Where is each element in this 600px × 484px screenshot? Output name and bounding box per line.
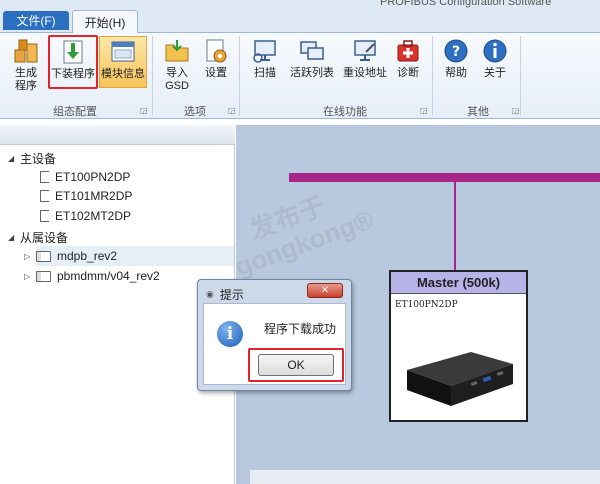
module-info-button[interactable]: 模块信息	[99, 36, 147, 88]
info-icon: i	[217, 321, 243, 347]
about-icon	[483, 39, 507, 63]
group-label-config: 组态配置	[53, 106, 97, 118]
group-separator	[239, 36, 240, 116]
dialog-title: 提示	[219, 288, 244, 302]
dialog-titlebar: ◉ 提示	[206, 286, 244, 303]
expand-caret-icon[interactable]: ▷	[24, 252, 36, 261]
active-list-icon	[300, 41, 324, 60]
window-title: PROFIBUS Configuration Software	[380, 0, 552, 8]
group-label-options: 选项	[184, 106, 206, 118]
group-launcher-icon[interactable]: ◲	[512, 106, 520, 115]
tree-item-label: ET101MR2DP	[55, 189, 133, 203]
diagnose-button[interactable]: 诊断	[393, 38, 423, 80]
message-dialog: ◉ 提示 ✕ i 程序下载成功 OK	[197, 279, 352, 391]
group-label-other: 其他	[467, 106, 489, 118]
group-launcher-icon[interactable]: ◲	[140, 106, 148, 115]
download-icon	[63, 40, 83, 64]
tree-item-label: ET102MT2DP	[55, 209, 132, 223]
help-button[interactable]: ? 帮助	[441, 38, 471, 80]
settings-label: 设置	[205, 67, 227, 79]
dialog-body: i 程序下载成功 OK	[203, 303, 346, 385]
diagnose-icon	[397, 40, 419, 62]
group-separator	[520, 36, 521, 116]
group-separator	[152, 36, 153, 116]
module-info-label: 模块信息	[101, 68, 145, 80]
device-leaf-icon	[40, 171, 49, 183]
tab-file[interactable]: 文件(F)	[3, 11, 69, 30]
tree-item-master-device[interactable]: ET101MR2DP	[40, 189, 132, 203]
download-program-label: 下装程序	[51, 68, 95, 80]
dialog-message: 程序下载成功	[264, 322, 337, 336]
settings-icon	[206, 39, 227, 63]
device-leaf-icon	[40, 210, 49, 222]
ok-button[interactable]: OK	[258, 354, 334, 376]
active-list-button[interactable]: 活跃列表	[288, 38, 336, 80]
dialog-close-button[interactable]: ✕	[307, 283, 343, 298]
download-program-button[interactable]: 下装程序	[48, 35, 98, 89]
ok-button-highlight: OK	[248, 348, 344, 382]
scan-label: 扫描	[254, 67, 276, 79]
group-separator	[432, 36, 433, 116]
tree-item-label: pbmdmm/v04_rev2	[57, 269, 160, 283]
dialog-app-icon: ◉	[206, 289, 214, 299]
expand-caret-icon[interactable]: ◢	[8, 154, 20, 163]
about-button[interactable]: 关于	[480, 38, 510, 80]
profibus-line	[289, 173, 600, 182]
horizontal-scrollbar[interactable]	[250, 469, 600, 484]
tree-item-master-device[interactable]: ET100PN2DP	[40, 170, 130, 184]
bus-drop-line	[454, 182, 456, 270]
module-device-icon	[36, 270, 51, 282]
module-info-icon	[111, 41, 135, 62]
expand-caret-icon[interactable]: ◢	[8, 233, 20, 242]
tree-group-label: 主设备	[20, 152, 57, 166]
generate-program-button[interactable]: 生成 程序	[8, 38, 44, 93]
master-box-title: Master (500k)	[391, 272, 526, 294]
import-gsd-label: 导入 GSD	[165, 67, 189, 92]
tree-header	[0, 125, 235, 145]
generate-icon	[14, 39, 38, 63]
active-list-label: 活跃列表	[290, 67, 334, 79]
tab-home[interactable]: 开始(H)	[72, 10, 138, 33]
svg-text:?: ?	[452, 44, 460, 60]
tree-group-slave[interactable]: ◢ 从属设备	[8, 229, 68, 246]
group-launcher-icon[interactable]: ◲	[420, 106, 428, 115]
tree-group-master[interactable]: ◢ 主设备	[8, 150, 56, 167]
diagnose-label: 诊断	[397, 67, 419, 79]
module-device-icon	[36, 250, 51, 262]
import-gsd-button[interactable]: 导入 GSD	[160, 38, 194, 93]
reset-address-label: 重设地址	[343, 67, 387, 79]
reset-address-button[interactable]: 重设地址	[341, 38, 389, 80]
settings-button[interactable]: 设置	[200, 38, 232, 80]
tree-item-master-device[interactable]: ET102MT2DP	[40, 209, 131, 223]
about-label: 关于	[484, 67, 506, 79]
help-icon: ?	[444, 39, 468, 63]
reset-address-icon	[354, 40, 376, 61]
device-leaf-icon	[40, 190, 49, 202]
tree-item-slave-device[interactable]: ▷ pbmdmm/v04_rev2	[24, 269, 160, 283]
generate-program-label: 生成 程序	[15, 67, 37, 92]
scan-icon	[253, 40, 276, 63]
tree-item-slave-device[interactable]: ▷ mdpb_rev2	[24, 249, 117, 263]
device-photo-image	[407, 352, 513, 406]
scan-button[interactable]: 扫描	[248, 38, 282, 80]
tree-item-label: ET100PN2DP	[55, 170, 131, 184]
master-device-box[interactable]: Master (500k) ET100PN2DP	[389, 270, 528, 422]
expand-caret-icon[interactable]: ▷	[24, 272, 36, 281]
group-label-online: 在线功能	[323, 106, 367, 118]
master-box-device: ET100PN2DP	[395, 300, 458, 310]
tree-group-label: 从属设备	[20, 231, 69, 245]
help-label: 帮助	[445, 67, 467, 79]
group-launcher-icon[interactable]: ◲	[228, 106, 236, 115]
tree-item-label: mdpb_rev2	[57, 249, 118, 263]
folder-import-icon	[165, 40, 189, 62]
